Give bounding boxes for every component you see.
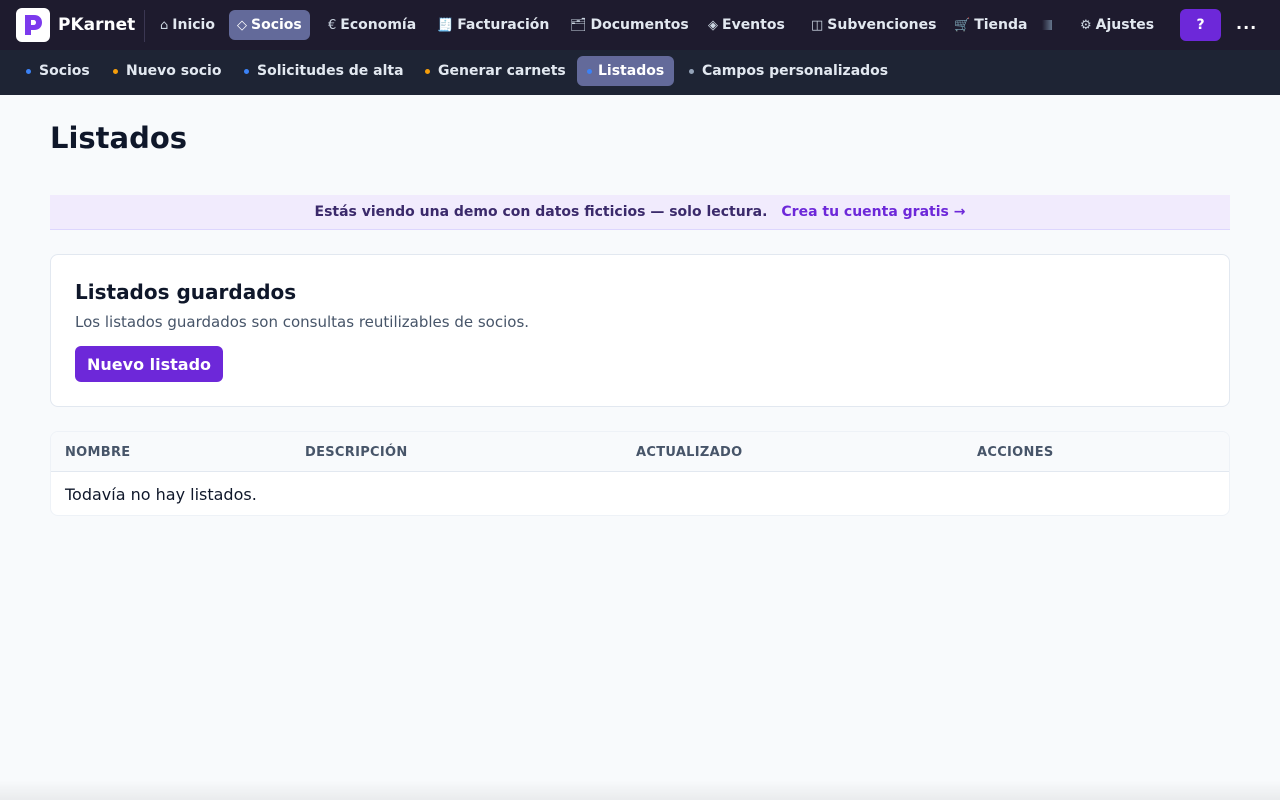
nav-label: Economía: [340, 17, 417, 33]
cart-icon: 🛒: [954, 17, 971, 33]
subnav-label: Generar carnets: [438, 63, 566, 79]
grant-icon: ◫: [811, 17, 824, 33]
page-title: Listados: [50, 121, 188, 155]
folder-icon: 🗂: [570, 17, 587, 33]
nav-divider: [144, 10, 145, 42]
new-list-button[interactable]: Nuevo listado: [75, 346, 224, 382]
demo-banner-text: Estás viendo una demo con datos ficticio…: [314, 204, 768, 220]
nav-item-subvenciones[interactable]: ◫ Subvenciones: [803, 10, 944, 40]
sub-navbar: Socios Nuevo socio Solicitudes de alta G…: [0, 50, 1280, 95]
nav-item-socios[interactable]: ◇ Socios: [229, 10, 310, 40]
status-dot-icon: [587, 68, 592, 74]
home-icon: ⌂: [160, 17, 169, 33]
status-dot-icon: [689, 68, 694, 74]
status-dot-icon: [26, 68, 31, 74]
nav-item-economia[interactable]: € Economía: [320, 10, 424, 40]
subnav-label: Solicitudes de alta: [257, 63, 404, 79]
column-header-descripcion[interactable]: DESCRIPCIÓN: [305, 445, 408, 460]
nav-label: Subvenciones: [827, 17, 937, 33]
nav-label: Facturación: [457, 17, 550, 33]
nav-item-ajustes[interactable]: ⚙ Ajustes: [1072, 10, 1162, 40]
table-header: NOMBRE DESCRIPCIÓN ACTUALIZADO ACCIONES: [51, 432, 1229, 472]
nav-label: Inicio: [172, 17, 215, 33]
receipt-icon: 🧾: [437, 17, 454, 33]
status-dot-icon: [244, 68, 249, 74]
subnav-item-socios[interactable]: Socios: [16, 56, 100, 86]
nav-item-facturacion[interactable]: 🧾 Facturación: [429, 10, 557, 40]
brand-name[interactable]: PKarnet: [58, 14, 135, 36]
nav-item-documentos[interactable]: 🗂 Documentos: [562, 10, 697, 40]
subnav-label: Listados: [598, 63, 665, 79]
card-title: Listados guardados: [75, 280, 297, 304]
subnav-item-campos-personalizados[interactable]: Campos personalizados: [679, 56, 898, 86]
status-dot-icon: [113, 68, 118, 74]
nav-label: Tienda: [974, 17, 1028, 33]
card-description: Los listados guardados son consultas reu…: [75, 313, 530, 331]
subnav-label: Socios: [39, 63, 90, 79]
column-header-actualizado[interactable]: ACTUALIZADO: [636, 445, 742, 460]
saved-lists-card: Listados guardados Los listados guardado…: [50, 254, 1230, 407]
nav-label: Eventos: [722, 17, 785, 33]
create-account-link[interactable]: Crea tu cuenta gratis →: [781, 204, 965, 220]
empty-state-message: Todavía no hay listados.: [65, 485, 257, 504]
nav-label: Socios: [251, 17, 302, 33]
pkarnet-logo-icon[interactable]: [16, 8, 50, 42]
top-navbar: PKarnet ⌂ Inicio ◇ Socios € Economía 🧾 F…: [0, 0, 1280, 50]
subnav-item-nuevo-socio[interactable]: Nuevo socio: [103, 56, 231, 86]
bottom-shadow: [0, 780, 1280, 800]
nav-label: Documentos: [590, 17, 689, 33]
euro-icon: €: [328, 17, 337, 33]
nav-item-tienda[interactable]: 🛒 Tienda: [946, 10, 1035, 40]
more-menu-button[interactable]: ...: [1236, 14, 1257, 33]
nav-overflow-fade: [1042, 10, 1052, 40]
help-button[interactable]: ?: [1180, 9, 1221, 41]
nav-item-eventos[interactable]: ◈ Eventos: [700, 10, 793, 40]
gear-icon: ⚙: [1080, 17, 1092, 33]
event-icon: ◈: [708, 17, 718, 33]
subnav-label: Campos personalizados: [702, 63, 889, 79]
nav-item-inicio[interactable]: ⌂ Inicio: [152, 10, 223, 40]
subnav-label: Nuevo socio: [126, 63, 222, 79]
demo-banner: Estás viendo una demo con datos ficticio…: [50, 195, 1230, 230]
subnav-item-listados[interactable]: Listados: [577, 56, 675, 86]
diamond-icon: ◇: [237, 17, 247, 33]
column-header-nombre[interactable]: NOMBRE: [65, 445, 130, 460]
subnav-item-generar-carnets[interactable]: Generar carnets: [415, 56, 576, 86]
nav-label: Ajustes: [1095, 17, 1155, 33]
subnav-item-solicitudes[interactable]: Solicitudes de alta: [234, 56, 414, 86]
column-header-acciones: ACCIONES: [977, 445, 1054, 460]
status-dot-icon: [425, 68, 430, 74]
lists-table: NOMBRE DESCRIPCIÓN ACTUALIZADO ACCIONES …: [50, 431, 1230, 516]
